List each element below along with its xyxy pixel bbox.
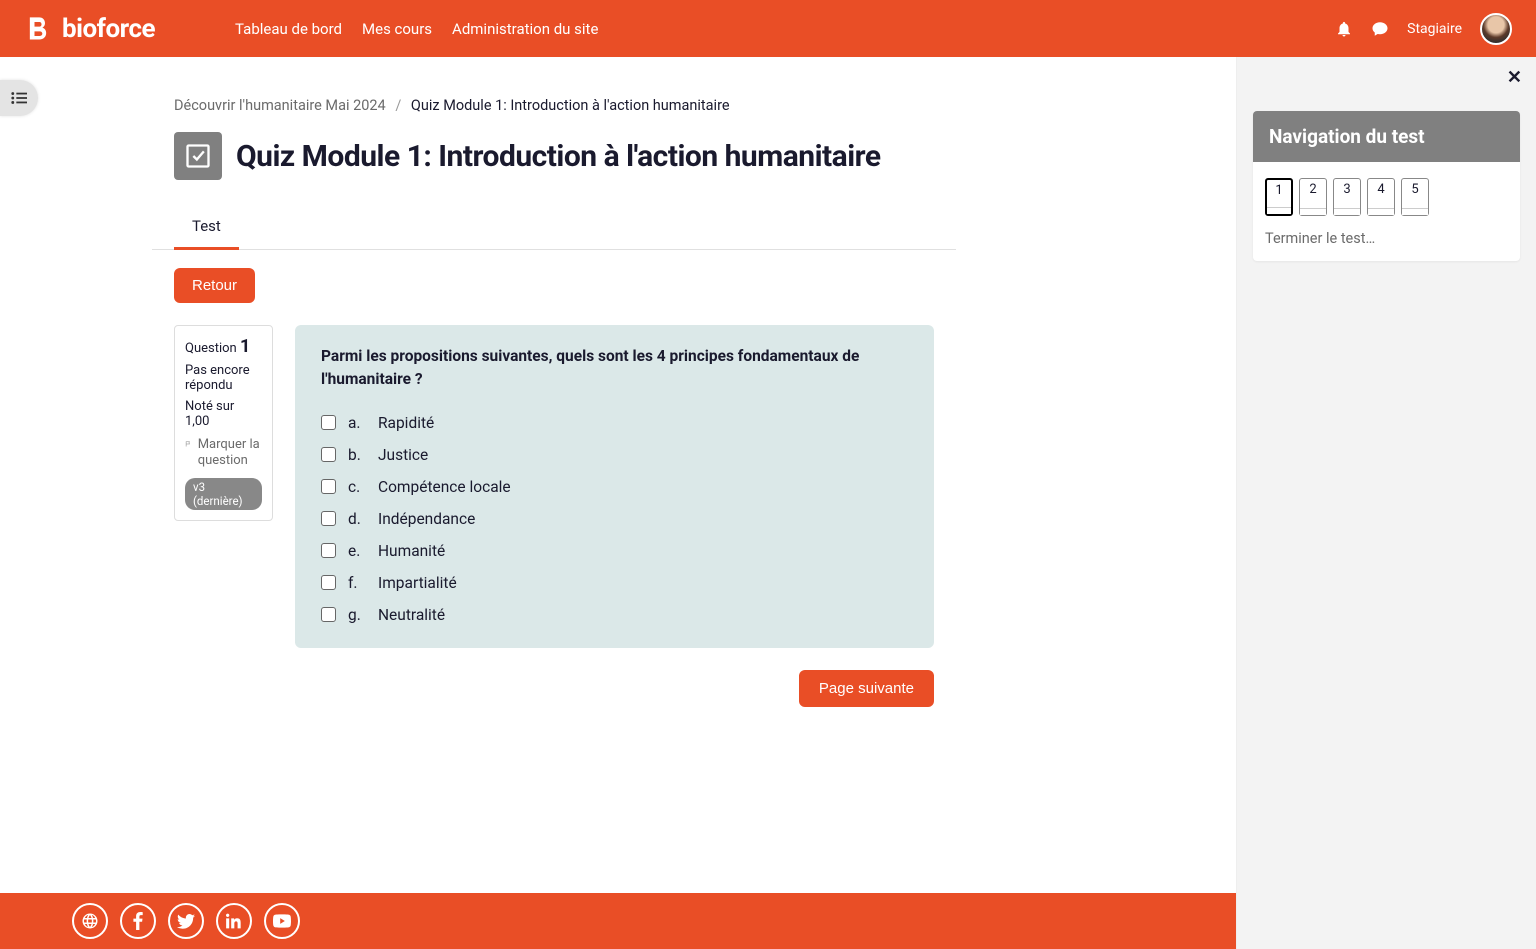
quiz-nav-q1[interactable]: 1	[1265, 178, 1293, 216]
answer-text: Indépendance	[378, 510, 475, 528]
answer-text: Rapidité	[378, 414, 434, 432]
answer-checkbox[interactable]	[321, 575, 336, 590]
answer-checkbox[interactable]	[321, 607, 336, 622]
list-icon	[11, 91, 27, 105]
nav-courses[interactable]: Mes cours	[362, 20, 432, 38]
quiz-nav-card: Navigation du test 1 2 3 4 5 Terminer le…	[1253, 111, 1520, 261]
question-state: Pas encore répondu	[185, 363, 262, 393]
answer-option[interactable]: b. Justice	[321, 446, 908, 464]
answer-letter: g.	[348, 606, 366, 624]
close-icon[interactable]: ✕	[1507, 67, 1522, 88]
answer-option[interactable]: a. Rapidité	[321, 414, 908, 432]
right-sidebar: ✕ Navigation du test 1 2 3 4 5 Terminer …	[1236, 57, 1536, 949]
quiz-nav-q5[interactable]: 5	[1401, 178, 1429, 216]
question-number: 1	[240, 336, 250, 357]
quiz-icon	[174, 132, 222, 180]
back-button[interactable]: Retour	[174, 268, 255, 303]
social-facebook[interactable]	[120, 903, 156, 939]
chat-icon[interactable]	[1371, 20, 1389, 38]
quiz-nav-q3[interactable]: 3	[1333, 178, 1361, 216]
tabs: Test	[152, 204, 956, 250]
answers-list: a. Rapidité b. Justice c. Compétence loc…	[321, 414, 908, 624]
avatar[interactable]	[1480, 13, 1512, 45]
answer-checkbox[interactable]	[321, 543, 336, 558]
quiz-nav-q4[interactable]: 4	[1367, 178, 1395, 216]
social-youtube[interactable]	[264, 903, 300, 939]
flag-question-text: Marquer la question	[198, 437, 262, 470]
answer-text: Neutralité	[378, 606, 445, 624]
answer-option[interactable]: f. Impartialité	[321, 574, 908, 592]
breadcrumb-course[interactable]: Découvrir l'humanitaire Mai 2024	[174, 97, 386, 114]
answer-letter: f.	[348, 574, 366, 592]
answer-letter: d.	[348, 510, 366, 528]
question-info-box: Question 1 Pas encore répondu Noté sur 1…	[174, 325, 273, 521]
footer	[0, 893, 1236, 949]
answer-text: Compétence locale	[378, 478, 511, 496]
nav-dashboard[interactable]: Tableau de bord	[235, 20, 342, 38]
answer-letter: a.	[348, 414, 366, 432]
version-badge: v3 (dernière)	[185, 478, 262, 510]
answer-letter: c.	[348, 478, 366, 496]
social-globe[interactable]	[72, 903, 108, 939]
answer-checkbox[interactable]	[321, 511, 336, 526]
question-content: Parmi les propositions suivantes, quels …	[295, 325, 934, 648]
answer-letter: b.	[348, 446, 366, 464]
social-twitter[interactable]	[168, 903, 204, 939]
quiz-nav-title: Navigation du test	[1253, 111, 1520, 162]
answer-option[interactable]: e. Humanité	[321, 542, 908, 560]
topbar: bioforce Tableau de bord Mes cours Admin…	[0, 0, 1536, 57]
answer-option[interactable]: g. Neutralité	[321, 606, 908, 624]
flag-question-link[interactable]: Marquer la question	[185, 437, 262, 470]
answer-checkbox[interactable]	[321, 447, 336, 462]
question-label-prefix: Question	[185, 341, 237, 356]
logo-icon	[24, 15, 52, 43]
page-title: Quiz Module 1: Introduction à l'action h…	[236, 139, 881, 174]
answer-checkbox[interactable]	[321, 479, 336, 494]
next-page-button[interactable]: Page suivante	[799, 670, 934, 707]
drawer-toggle[interactable]	[0, 80, 38, 116]
topbar-right: Stagiaire	[1335, 13, 1512, 45]
answer-text: Impartialité	[378, 574, 457, 592]
bell-icon[interactable]	[1335, 20, 1353, 38]
question-grade: Noté sur 1,00	[185, 399, 262, 429]
flag-icon	[185, 437, 192, 451]
answer-checkbox[interactable]	[321, 415, 336, 430]
answer-text: Justice	[378, 446, 428, 464]
quiz-nav-q2[interactable]: 2	[1299, 178, 1327, 216]
brand-name: bioforce	[62, 14, 155, 44]
answer-option[interactable]: d. Indépendance	[321, 510, 908, 528]
quiz-nav-grid: 1 2 3 4 5	[1265, 178, 1508, 216]
tab-test[interactable]: Test	[174, 205, 239, 250]
answer-option[interactable]: c. Compétence locale	[321, 478, 908, 496]
nav-admin[interactable]: Administration du site	[452, 20, 598, 38]
breadcrumb-sep: /	[395, 97, 401, 114]
social-linkedin[interactable]	[216, 903, 252, 939]
breadcrumb-current: Quiz Module 1: Introduction à l'action h…	[411, 97, 730, 114]
answer-text: Humanité	[378, 542, 445, 560]
primary-nav: Tableau de bord Mes cours Administration…	[235, 20, 598, 38]
answer-letter: e.	[348, 542, 366, 560]
brand-logo[interactable]: bioforce	[24, 14, 155, 44]
finish-test-link[interactable]: Terminer le test…	[1265, 230, 1508, 247]
role-label: Stagiaire	[1407, 21, 1462, 37]
breadcrumb: Découvrir l'humanitaire Mai 2024 / Quiz …	[174, 97, 934, 114]
question-text: Parmi les propositions suivantes, quels …	[321, 345, 908, 392]
